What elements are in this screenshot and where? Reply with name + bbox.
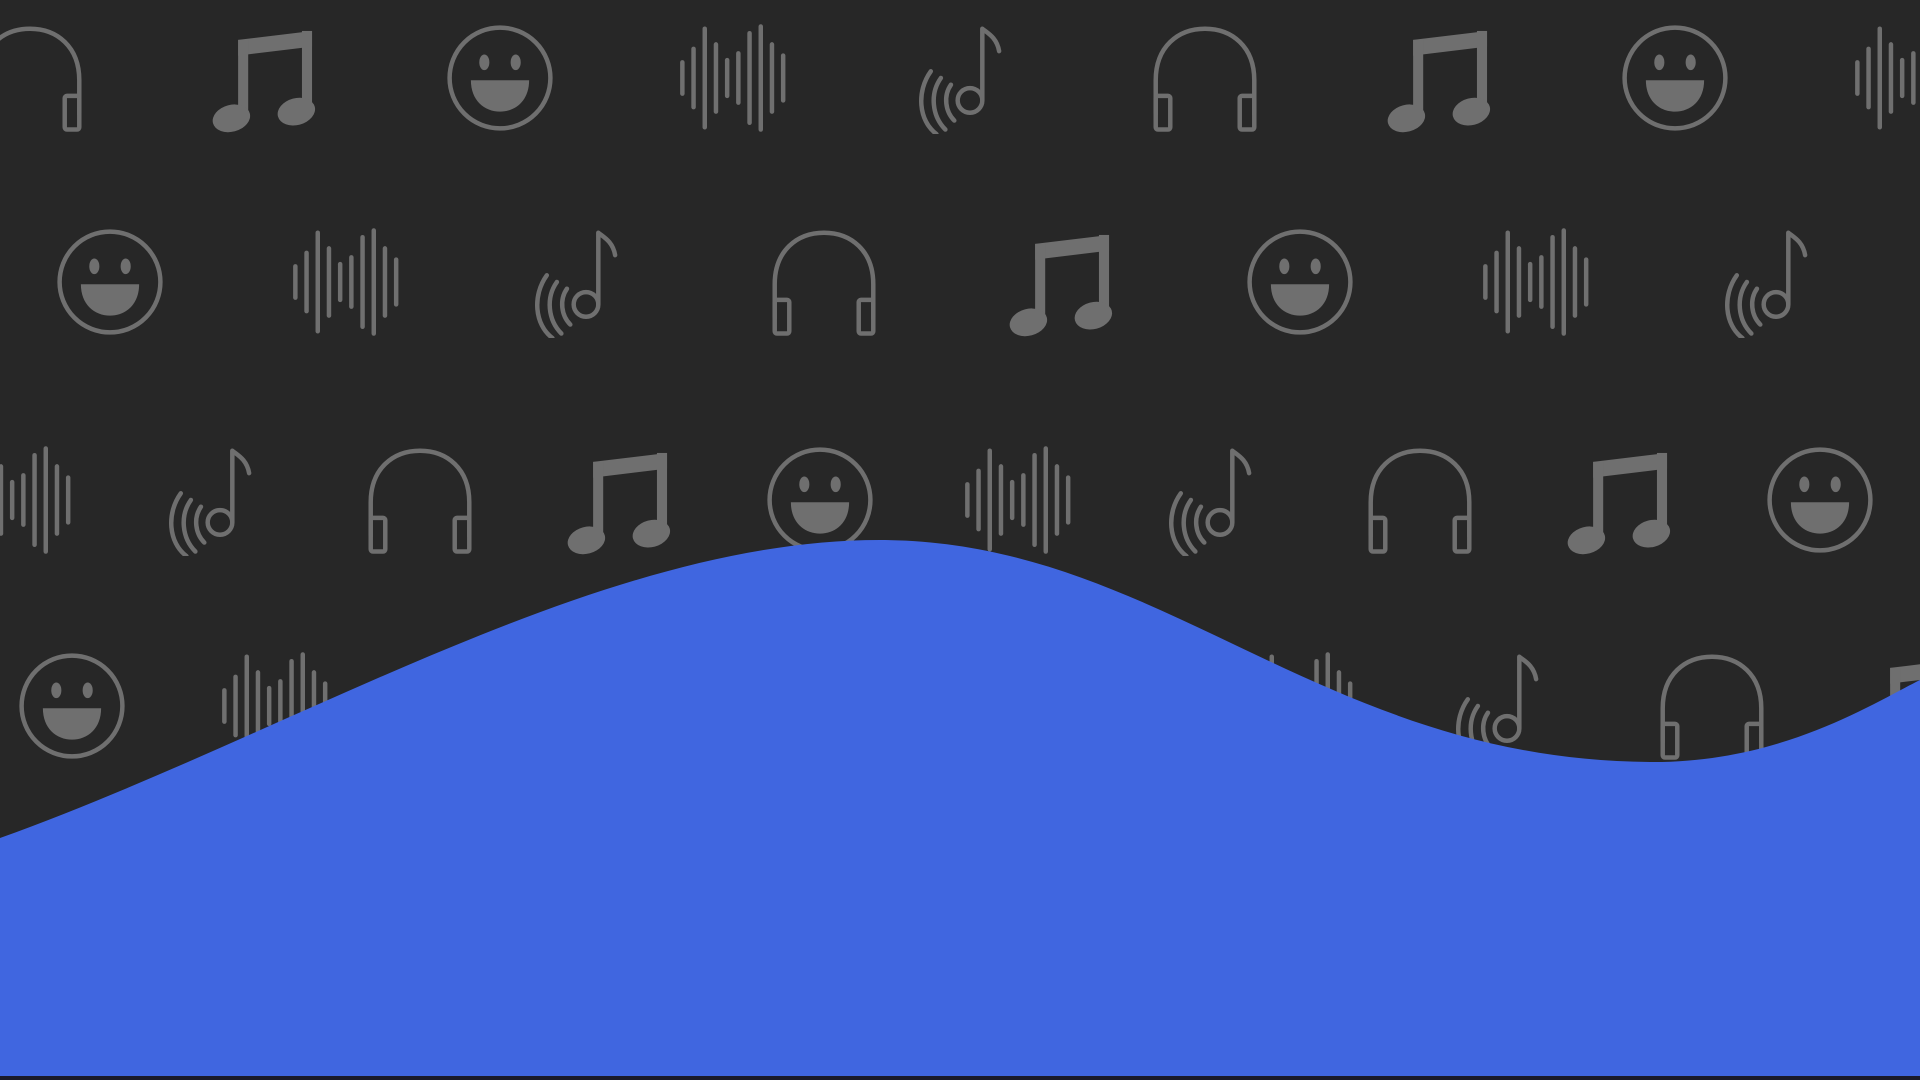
broadcast-note-icon <box>1727 233 1805 338</box>
music-notes-icon <box>1565 453 1674 558</box>
sound-wave-icon <box>1485 230 1586 333</box>
smiley-face-icon <box>770 450 871 551</box>
music-notes-icon <box>1385 31 1494 136</box>
bottom-edge-line <box>0 1076 1920 1080</box>
headphones-icon <box>1663 657 1762 758</box>
broadcast-note-icon <box>171 451 249 556</box>
headphones-icon <box>0 29 79 130</box>
sound-wave-icon <box>967 448 1068 551</box>
smiley-face-icon <box>60 232 161 333</box>
smiley-face-icon <box>1250 232 1351 333</box>
headphones-icon <box>1156 29 1255 130</box>
sound-wave-icon <box>295 230 396 333</box>
headphones-icon <box>1371 451 1470 552</box>
smiley-face-icon <box>1770 450 1871 551</box>
blue-wave-shape <box>0 540 1920 1080</box>
music-notes-icon <box>210 31 319 136</box>
music-notes-icon <box>1007 235 1116 340</box>
smiley-face-icon <box>22 656 123 757</box>
sound-wave-icon <box>0 448 68 551</box>
headphones-icon <box>775 233 874 334</box>
music-pattern-background <box>0 0 1920 1080</box>
smiley-face-icon <box>450 28 551 129</box>
broadcast-note-icon <box>537 233 615 338</box>
headphones-icon <box>371 451 470 552</box>
broadcast-note-icon <box>921 29 999 134</box>
sound-wave-icon <box>1857 26 1920 129</box>
music-notes-icon <box>565 453 674 558</box>
sound-wave-icon <box>682 26 783 129</box>
smiley-face-icon <box>1625 28 1726 129</box>
broadcast-note-icon <box>1171 451 1249 556</box>
